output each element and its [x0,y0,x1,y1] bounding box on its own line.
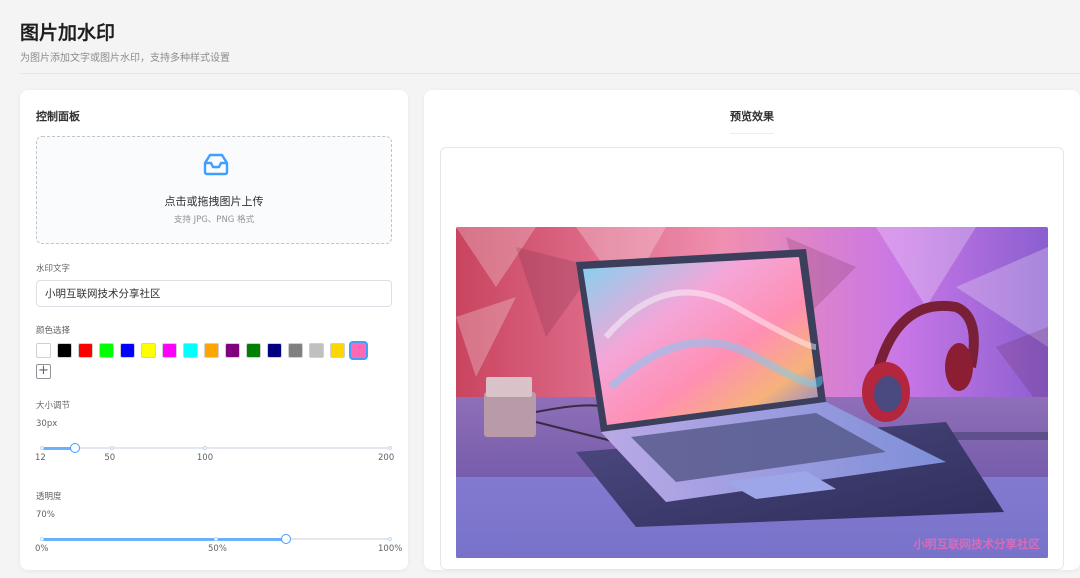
inbox-icon [203,153,229,176]
color-swatch[interactable] [267,343,282,358]
opacity-value: 70% [36,510,55,520]
size-label: 大小调节 [36,401,71,411]
slider-mark-label: 200 [378,453,395,463]
color-swatch[interactable] [162,343,177,358]
size-value: 30px [36,419,58,429]
color-swatch[interactable] [330,343,345,358]
preview-title: 预览效果 [730,110,774,123]
preview-canvas: 小明互联网技术分享社区 [440,147,1064,570]
upload-dropzone[interactable]: 点击或拖拽图片上传 支持 JPG、PNG 格式 [36,136,392,244]
color-swatch[interactable] [36,343,51,358]
slider-stop [388,537,392,541]
color-swatch[interactable] [78,343,93,358]
slider-mark-label: 12 [35,453,46,463]
watermark-text-label: 水印文字 [36,264,71,274]
slider-stop [202,446,207,450]
color-swatch[interactable] [99,343,114,358]
slider-mark-label: 100% [378,544,403,554]
preview-image: 小明互联网技术分享社区 [456,227,1048,558]
color-swatch[interactable] [309,343,324,358]
upload-text: 点击或拖拽图片上传 [164,195,264,208]
color-swatch[interactable] [204,343,219,358]
slider-mark-label: 0% [35,544,49,554]
preview-panel: 预览效果 小明互联网技术分享社区 [424,90,1080,570]
preview-watermark-text: 小明互联网技术分享社区 [913,537,1041,551]
slider-stop [214,537,218,541]
opacity-label: 透明度 [36,492,62,502]
color-label: 颜色选择 [36,326,71,336]
color-swatch[interactable] [120,343,135,358]
color-swatch[interactable] [246,343,261,358]
size-slider[interactable] [40,441,392,455]
slider-stop [388,446,392,450]
color-swatch[interactable] [183,343,198,358]
color-swatch[interactable] [349,341,368,360]
slider-stop [40,446,44,450]
laptop-photo-illustration [456,227,1048,558]
page-header: 图片加水印 为图片添加文字或图片水印，支持多种样式设置 [20,14,1080,74]
slider-mark-label: 50 [104,453,116,463]
page-subtitle: 为图片添加文字或图片水印，支持多种样式设置 [20,53,230,64]
slider-stop [40,537,44,541]
upload-tip: 支持 JPG、PNG 格式 [173,215,255,225]
slider-mark-label: 50% [208,544,227,554]
page-title: 图片加水印 [20,22,116,44]
size-slider-rail [42,447,390,449]
size-slider-handle[interactable] [70,443,81,453]
slider-stop [110,446,115,450]
color-swatch[interactable] [57,343,72,358]
add-color-button[interactable]: + [36,364,51,379]
control-panel-title: 控制面板 [36,110,80,123]
opacity-slider-fill [42,538,286,541]
slider-mark-label: 100 [196,453,214,463]
preview-title-divider [730,133,774,134]
color-swatch[interactable] [225,343,240,358]
control-panel: 控制面板 点击或拖拽图片上传 支持 JPG、PNG 格式 水印文字 颜色选择 +… [20,90,408,570]
color-swatch[interactable] [288,343,303,358]
color-swatch[interactable] [141,343,156,358]
opacity-slider-handle[interactable] [280,534,291,544]
watermark-text-input[interactable] [36,280,392,307]
